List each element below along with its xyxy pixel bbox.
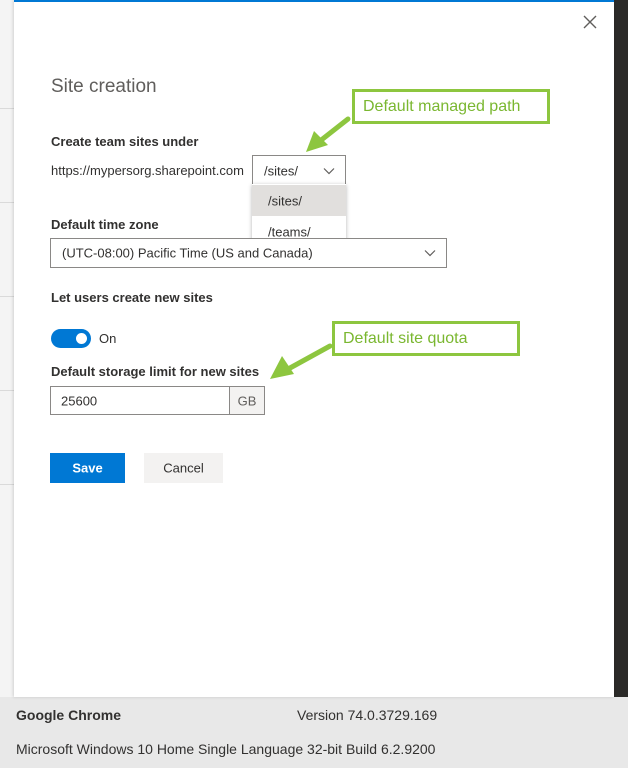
callout-site-quota: Default site quota xyxy=(332,321,520,356)
background-divider xyxy=(0,390,14,391)
callout-managed-path: Default managed path xyxy=(352,89,550,124)
storage-limit-value: 25600 xyxy=(61,393,98,408)
team-sites-label: Create team sites under xyxy=(51,134,199,149)
chevron-down-icon xyxy=(424,250,436,257)
panel-top-accent xyxy=(14,0,614,2)
managed-path-select-value: /sites/ xyxy=(264,163,298,178)
timezone-label: Default time zone xyxy=(51,217,159,232)
cancel-button[interactable]: Cancel xyxy=(144,453,223,483)
users-create-toggle[interactable] xyxy=(51,329,91,348)
os-info: Microsoft Windows 10 Home Single Languag… xyxy=(16,741,436,757)
storage-unit-suffix: GB xyxy=(229,386,265,415)
browser-version: Version 74.0.3729.169 xyxy=(297,707,438,723)
close-button[interactable] xyxy=(580,12,600,32)
timezone-select[interactable]: (UTC-08:00) Pacific Time (US and Canada) xyxy=(50,238,447,268)
panel-title: Site creation xyxy=(51,76,157,97)
chevron-down-icon xyxy=(323,167,335,174)
dropdown-option-sites[interactable]: /sites/ xyxy=(252,185,346,216)
callout-arrow-icon xyxy=(270,343,333,379)
background-dark-edge xyxy=(614,0,628,697)
background-page-strip xyxy=(0,0,14,697)
storage-limit-input[interactable]: 25600 xyxy=(50,386,230,415)
background-divider xyxy=(0,296,14,297)
browser-name: Google Chrome xyxy=(16,707,122,723)
managed-path-select[interactable]: /sites/ xyxy=(252,155,346,186)
base-url-text: https://mypersorg.sharepoint.com xyxy=(51,163,244,178)
timezone-select-value: (UTC-08:00) Pacific Time (US and Canada) xyxy=(62,245,313,261)
users-create-label: Let users create new sites xyxy=(51,290,213,305)
callout-arrow-icon xyxy=(306,116,351,152)
storage-limit-label: Default storage limit for new sites xyxy=(51,364,260,379)
save-button[interactable]: Save xyxy=(50,453,125,483)
toggle-state-label: On xyxy=(99,331,117,346)
background-divider xyxy=(0,484,14,485)
toggle-knob xyxy=(76,333,87,344)
close-icon xyxy=(583,15,597,29)
background-divider xyxy=(0,108,14,109)
background-divider xyxy=(0,202,14,203)
